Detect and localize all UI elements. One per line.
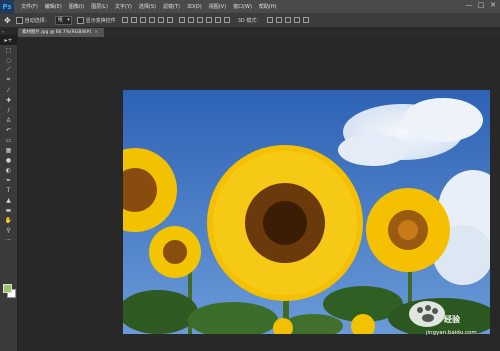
window-controls: — □ ✕ bbox=[464, 1, 498, 10]
distribute-hcenter-icon[interactable] bbox=[214, 17, 221, 23]
show-transform-option[interactable]: 显示变换控件 bbox=[76, 16, 116, 24]
minimize-button[interactable]: — bbox=[464, 1, 474, 10]
pen-tool-icon[interactable]: ✒ bbox=[0, 175, 17, 185]
distribute-right-icon[interactable] bbox=[223, 17, 230, 23]
history-brush-tool-icon[interactable]: ↶ bbox=[0, 125, 17, 135]
roll-3d-icon[interactable] bbox=[276, 17, 283, 23]
menu-window[interactable]: 窗口(W) bbox=[233, 3, 252, 10]
align-buttons bbox=[121, 17, 173, 23]
close-button[interactable]: ✕ bbox=[488, 1, 498, 10]
auto-select-option[interactable]: 自动选择： bbox=[15, 16, 50, 24]
document-tab[interactable]: 素材图片.jpg @ 66.7%(RGB/8#) × bbox=[18, 28, 105, 37]
slide-3d-icon[interactable] bbox=[294, 17, 301, 23]
healing-tool-icon[interactable]: ✚ bbox=[0, 95, 17, 105]
distribute-buttons bbox=[178, 17, 230, 23]
tools-panel: ▸+ ⬚ ◌ ⟋ ⌗ ⁄ ✚ ∕ ♙ ↶ ▭ ▦ ● ◐ ✒ T ▲ ▬ ✋ ⚲… bbox=[0, 35, 18, 351]
zoom-tool-icon[interactable]: ⚲ bbox=[0, 225, 17, 235]
distribute-top-icon[interactable] bbox=[178, 17, 185, 23]
menu-help[interactable]: 帮助(H) bbox=[259, 3, 277, 10]
eraser-tool-icon[interactable]: ▭ bbox=[0, 135, 17, 145]
distribute-vcenter-icon[interactable] bbox=[187, 17, 194, 23]
align-bottom-icon[interactable] bbox=[139, 17, 146, 23]
menu-3d[interactable]: 3D(D) bbox=[187, 4, 202, 10]
path-select-tool-icon[interactable]: ▲ bbox=[0, 195, 17, 205]
auto-select-value[interactable]: 组 bbox=[54, 15, 72, 25]
menu-edit[interactable]: 编辑(E) bbox=[45, 3, 62, 10]
move-tool-icon[interactable]: ▸+ bbox=[0, 35, 17, 45]
align-top-icon[interactable] bbox=[121, 17, 128, 23]
watermark-text: 经验 bbox=[444, 315, 460, 324]
quick-select-tool-icon[interactable]: ⟋ bbox=[0, 65, 17, 75]
document-tab-title: 素材图片.jpg @ 66.7%(RGB/8#) bbox=[22, 30, 92, 35]
align-vcenter-icon[interactable] bbox=[130, 17, 137, 23]
menu-image[interactable]: 图像(I) bbox=[69, 3, 84, 10]
document-tab-bar: 素材图片.jpg @ 66.7%(RGB/8#) × bbox=[18, 28, 500, 37]
clone-stamp-tool-icon[interactable]: ♙ bbox=[0, 115, 17, 125]
move-tool-icon[interactable]: ✥ bbox=[4, 16, 11, 25]
dodge-tool-icon[interactable]: ◐ bbox=[0, 165, 17, 175]
menu-file[interactable]: 文件(F) bbox=[21, 3, 38, 10]
marquee-tool-icon[interactable]: ⬚ bbox=[0, 45, 17, 55]
eyedropper-tool-icon[interactable]: ⁄ bbox=[0, 85, 17, 95]
distribute-bottom-icon[interactable] bbox=[196, 17, 203, 23]
show-transform-label: 显示变换控件 bbox=[85, 17, 116, 24]
edit-toolbar-icon[interactable]: ··· bbox=[0, 235, 17, 245]
brush-tool-icon[interactable]: ∕ bbox=[0, 105, 17, 115]
auto-select-label: 自动选择： bbox=[24, 17, 50, 24]
gradient-tool-icon[interactable]: ▦ bbox=[0, 145, 17, 155]
menu-select[interactable]: 选择(S) bbox=[139, 3, 156, 10]
align-hcenter-icon[interactable] bbox=[157, 17, 164, 23]
type-tool-icon[interactable]: T bbox=[0, 185, 17, 195]
auto-select-dropdown[interactable]: 组 bbox=[54, 15, 72, 25]
menu-type[interactable]: 文字(Y) bbox=[115, 3, 132, 10]
crop-tool-icon[interactable]: ⌗ bbox=[0, 75, 17, 85]
auto-select-checkbox[interactable] bbox=[15, 16, 23, 24]
distribute-left-icon[interactable] bbox=[205, 17, 212, 23]
maximize-button[interactable]: □ bbox=[476, 1, 486, 10]
shape-tool-icon[interactable]: ▬ bbox=[0, 205, 17, 215]
rotate-3d-icon[interactable] bbox=[267, 17, 274, 23]
photoshop-logo: Ps bbox=[0, 0, 14, 13]
toolbar-collapse-icon[interactable]: » bbox=[2, 29, 16, 34]
scale-3d-icon[interactable] bbox=[303, 17, 310, 23]
blur-tool-icon[interactable]: ● bbox=[0, 155, 17, 165]
foreground-color-swatch[interactable] bbox=[3, 284, 12, 293]
drag-3d-icon[interactable] bbox=[285, 17, 292, 23]
hand-tool-icon[interactable]: ✋ bbox=[0, 215, 17, 225]
menu-bar: Ps 文件(F) 编辑(E) 图像(I) 图层(L) 文字(Y) 选择(S) 滤… bbox=[0, 0, 500, 13]
show-transform-checkbox[interactable] bbox=[76, 16, 84, 24]
menu-view[interactable]: 视图(V) bbox=[209, 3, 226, 10]
menu-filter[interactable]: 滤镜(T) bbox=[163, 3, 180, 10]
lasso-tool-icon[interactable]: ◌ bbox=[0, 55, 17, 65]
mode-3d-label: 3D 模式： bbox=[237, 17, 262, 24]
options-bar: ✥ 自动选择： 组 显示变换控件 3D 模式： bbox=[0, 13, 500, 28]
menu-layer[interactable]: 图层(L) bbox=[91, 3, 108, 10]
close-tab-icon[interactable]: × bbox=[94, 30, 98, 35]
watermark-url: jingyan.baidu.com bbox=[426, 330, 477, 336]
align-left-icon[interactable] bbox=[148, 17, 155, 23]
3d-mode-buttons bbox=[267, 17, 310, 23]
align-right-icon[interactable] bbox=[166, 17, 173, 23]
